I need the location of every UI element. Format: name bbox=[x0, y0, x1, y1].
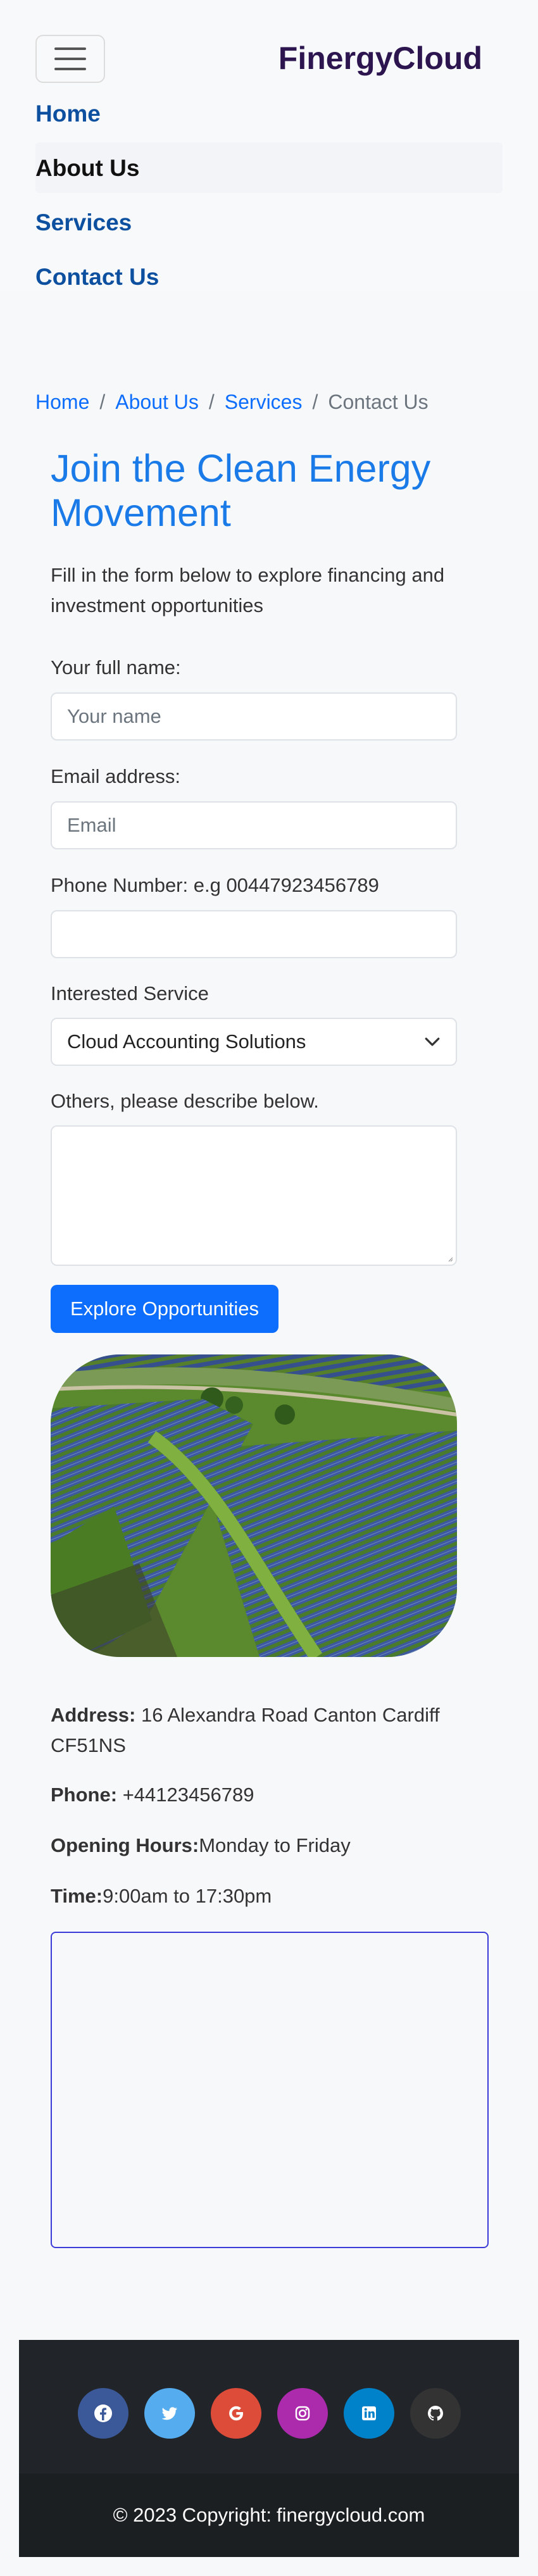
linkedin-icon[interactable] bbox=[343, 2388, 394, 2439]
form-intro: Fill in the form below to explore financ… bbox=[51, 564, 445, 616]
navbar: FinergyCloud Home About Us Services Cont… bbox=[0, 0, 538, 291]
email-label: Email address: bbox=[51, 765, 181, 787]
nav-link-contact[interactable]: Contact Us bbox=[35, 263, 159, 291]
nav-link-about[interactable]: About Us bbox=[35, 154, 139, 182]
footer: © 2023 Copyright: finergycloud.com bbox=[19, 2340, 519, 2557]
phone-input[interactable] bbox=[51, 910, 457, 958]
resize-handle-icon[interactable] bbox=[447, 1256, 453, 1262]
breadcrumb: Home / About Us / Services / Contact Us bbox=[35, 389, 429, 415]
hours-info: Opening Hours:Monday to Friday bbox=[51, 1834, 351, 1856]
explore-opportunities-button[interactable]: Explore Opportunities bbox=[51, 1285, 278, 1333]
copyright-text: © 2023 Copyright: bbox=[113, 2504, 272, 2526]
google-icon[interactable] bbox=[210, 2388, 261, 2439]
breadcrumb-home[interactable]: Home bbox=[35, 389, 89, 415]
others-label: Others, please describe below. bbox=[51, 1090, 319, 1112]
phone-label: Phone Number: e.g 00447923456789 bbox=[51, 874, 379, 896]
twitter-icon[interactable] bbox=[144, 2388, 195, 2439]
service-label: Interested Service bbox=[51, 982, 209, 1004]
github-icon[interactable] bbox=[410, 2388, 461, 2439]
copyright-bar: © 2023 Copyright: finergycloud.com bbox=[19, 2473, 519, 2557]
facebook-icon[interactable] bbox=[77, 2388, 128, 2439]
instagram-icon[interactable] bbox=[277, 2388, 328, 2439]
map-embed[interactable] bbox=[51, 1932, 489, 2248]
breadcrumb-about[interactable]: About Us bbox=[115, 389, 199, 415]
breadcrumb-current: Contact Us bbox=[328, 391, 429, 413]
phone-value: +44123456789 bbox=[122, 1784, 254, 1806]
address-info: Address: 16 Alexandra Road Canton Cardif… bbox=[51, 1704, 440, 1756]
service-selected-value: Cloud Accounting Solutions bbox=[67, 1030, 306, 1053]
chevron-down-icon bbox=[425, 1037, 440, 1046]
nav-link-home[interactable]: Home bbox=[35, 100, 101, 128]
solar-farm-image bbox=[51, 1354, 457, 1657]
hamburger-icon bbox=[54, 47, 86, 50]
name-input[interactable] bbox=[51, 692, 457, 741]
nav-link-services[interactable]: Services bbox=[35, 209, 132, 237]
service-select[interactable]: Cloud Accounting Solutions bbox=[51, 1018, 457, 1066]
form-title: Join the Clean Energy Movement bbox=[51, 447, 431, 534]
phone-info: Phone: +44123456789 bbox=[51, 1784, 254, 1806]
hours-value: Monday to Friday bbox=[199, 1834, 351, 1856]
copyright-link[interactable]: finergycloud.com bbox=[277, 2504, 425, 2527]
name-label: Your full name: bbox=[51, 656, 181, 678]
email-input[interactable] bbox=[51, 801, 457, 849]
breadcrumb-services[interactable]: Services bbox=[225, 389, 303, 415]
time-info: Time:9:00am to 17:30pm bbox=[51, 1885, 272, 1907]
time-value: 9:00am to 17:30pm bbox=[103, 1885, 272, 1907]
brand-logo[interactable]: FinergyCloud bbox=[278, 39, 482, 77]
social-links bbox=[19, 2388, 519, 2439]
menu-toggle-button[interactable] bbox=[35, 35, 105, 83]
others-textarea[interactable] bbox=[51, 1125, 457, 1266]
